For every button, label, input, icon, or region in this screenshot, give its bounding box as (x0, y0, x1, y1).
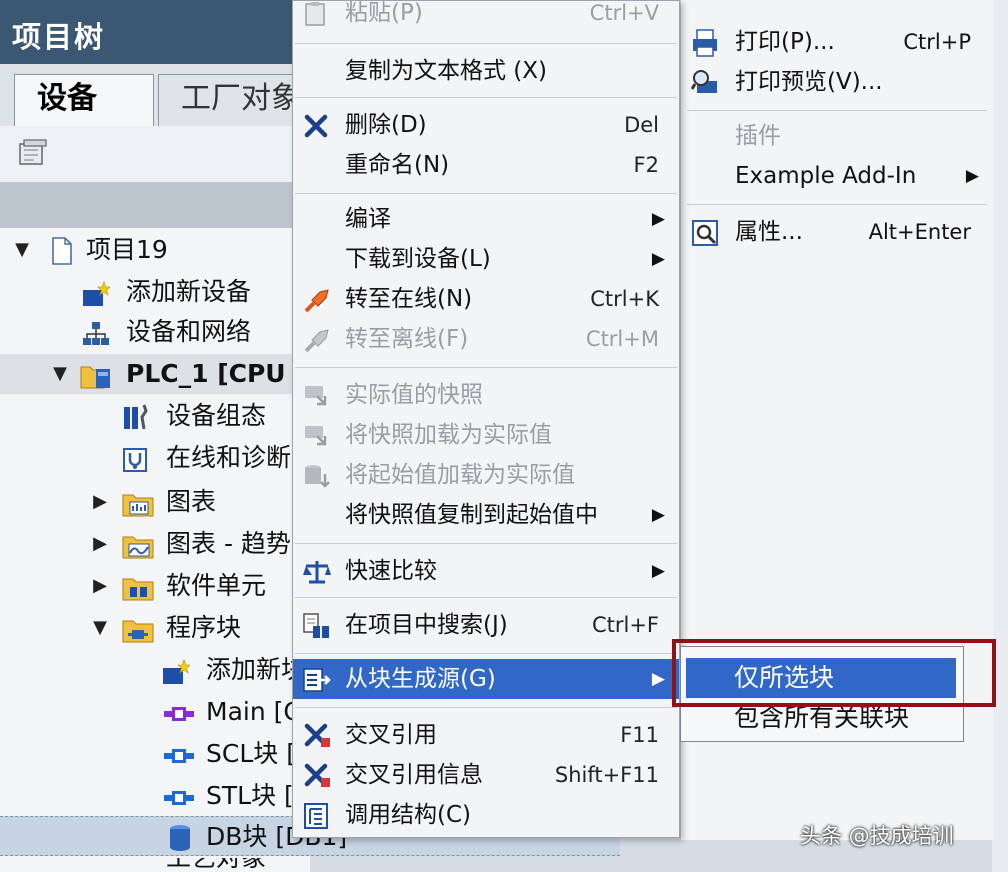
chart-folder-icon (122, 489, 154, 517)
trend-folder-icon (122, 531, 154, 559)
menu-separator (295, 707, 677, 708)
network-icon (82, 319, 109, 345)
menu-item-call-structure[interactable]: 调用结构(C) (293, 795, 679, 835)
generate-source-icon (303, 666, 331, 692)
snapshot-icon (303, 382, 329, 408)
menu-separator (295, 653, 677, 654)
tree-item-program-blocks[interactable]: ▼ 程序块 (0, 608, 310, 648)
menu-separator (295, 97, 677, 98)
load-start-values-icon (303, 462, 330, 488)
tree-column-header (0, 182, 310, 228)
menu-item-copy-snapshot-to-start[interactable]: 将快照值复制到起始值中 ▶ (293, 495, 679, 535)
print-preview-icon (690, 69, 719, 97)
menu-separator (295, 543, 677, 544)
menu-separator (295, 43, 677, 44)
tree-item-devices-networks[interactable]: 设备和网络 (0, 312, 310, 352)
tree-item-plc[interactable]: ▼ PLC_1 [CPU 1516-3 PN/DP] (0, 354, 499, 394)
submenu-arrow-icon: ▶ (651, 249, 665, 269)
program-blocks-folder-icon (122, 615, 154, 643)
ob-block-icon (162, 699, 196, 725)
device-view-icon[interactable] (18, 138, 50, 168)
submenu-arrow-icon: ▶ (651, 505, 665, 525)
project-tree-title: 项目树 (12, 20, 106, 54)
expand-arrow-icon[interactable]: ▼ (90, 608, 110, 648)
menu-separator (687, 204, 987, 205)
tree-item-stl-block[interactable]: STL块 [FC2] (0, 776, 351, 816)
menu-item-load-snapshot-as-actual[interactable]: 将快照加载为实际值 (293, 415, 679, 455)
tree-item-add-device[interactable]: 添加新设备 (0, 272, 310, 312)
menu-item-copy-as-text[interactable]: 复制为文本格式 (X) (293, 51, 679, 91)
tree-item-project[interactable]: ▼ 项目19 (0, 230, 310, 270)
context-menu: 粘贴(P) Ctrl+V 复制为文本格式 (X) 删除(D) Del 重命名(N… (292, 0, 680, 838)
add-block-icon (162, 657, 191, 684)
menu-item-compile[interactable]: 编译 ▶ (293, 199, 679, 239)
menu-item-rename[interactable]: 重命名(N) F2 (293, 145, 679, 185)
menu-item-print[interactable]: 打印(P)... Ctrl+P (681, 22, 993, 62)
tree-item-charts[interactable]: ▶ 图表 (0, 482, 310, 522)
expand-arrow-icon[interactable]: ▼ (50, 354, 70, 394)
diagnostics-icon (122, 445, 148, 472)
collapse-arrow-icon[interactable]: ▶ (90, 482, 110, 522)
call-structure-icon (303, 802, 329, 829)
expand-arrow-icon[interactable]: ▼ (12, 230, 32, 270)
menu-item-quick-compare[interactable]: 快速比较 ▶ (293, 551, 679, 591)
submenu-arrow-icon: ▶ (651, 561, 665, 581)
tree-item-main-ob1[interactable]: Main [OB1] (0, 692, 346, 732)
tree-item-technology-objects[interactable]: 工艺对象 (0, 858, 310, 872)
callout-highlight-frame (672, 639, 996, 707)
fc-block-icon (162, 783, 196, 809)
paste-icon (303, 0, 329, 26)
menu-item-cross-reference-info[interactable]: 交叉引用信息 Shift+F11 (293, 755, 679, 795)
load-snapshot-icon (303, 422, 329, 448)
submenu-arrow-icon: ▶ (651, 669, 665, 689)
submenu-arrow-icon: ▶ (965, 166, 979, 186)
tree-item-online-diagnostics[interactable]: 在线和诊断 (0, 438, 310, 478)
right-edge-strip (992, 0, 1008, 872)
properties-icon (691, 219, 719, 247)
cross-reference-info-icon (303, 762, 330, 788)
menu-separator (295, 597, 677, 598)
tree-item-charts-trend[interactable]: ▶ 图表 - 趋势 (0, 524, 310, 564)
device-config-icon (122, 403, 148, 430)
search-icon (303, 612, 329, 638)
menu-item-search-in-project[interactable]: 在项目中搜索(J) Ctrl+F (293, 605, 679, 645)
fc-block-icon (162, 741, 196, 767)
menu-item-print-preview[interactable]: 打印预览(V)... (681, 62, 993, 102)
project-icon (50, 237, 76, 265)
menu-item-plugins-header: 插件 (735, 123, 781, 149)
menu-item-properties[interactable]: 属性... Alt+Enter (681, 212, 993, 252)
menu-item-paste[interactable]: 粘贴(P) Ctrl+V (293, 0, 679, 33)
add-device-icon (82, 279, 111, 306)
delete-icon (303, 112, 329, 138)
watermark: 头条 @技成培训 (800, 824, 954, 848)
software-units-folder-icon (122, 573, 154, 601)
menu-item-example-addin[interactable]: Example Add-In ▶ (681, 156, 993, 196)
cross-reference-icon (303, 722, 330, 748)
menu-item-go-online[interactable]: 转至在线(N) Ctrl+K (293, 279, 679, 319)
menu-item-snapshot-actual-values[interactable]: 实际值的快照 (293, 375, 679, 415)
menu-separator (295, 193, 677, 194)
menu-separator (295, 367, 677, 368)
menu-item-generate-source-from-blocks[interactable]: 从块生成源(G) ▶ (293, 659, 679, 699)
menu-item-delete[interactable]: 删除(D) Del (293, 105, 679, 145)
db-block-icon (168, 824, 194, 851)
submenu-arrow-icon: ▶ (651, 209, 665, 229)
tree-item-scl-block[interactable]: SCL块 [FC1] (0, 734, 353, 774)
tree-item-device-config[interactable]: 设备组态 (0, 396, 310, 436)
menu-item-cross-references[interactable]: 交叉引用 F11 (293, 715, 679, 755)
menu-separator (687, 110, 987, 111)
menu-item-download-to-device[interactable]: 下载到设备(L) ▶ (293, 239, 679, 279)
tree-item-add-block[interactable]: 添加新块 (0, 650, 310, 690)
go-offline-icon (303, 326, 329, 353)
go-online-icon (303, 286, 329, 313)
plc-icon (80, 361, 120, 389)
compare-scale-icon (303, 558, 331, 584)
print-icon (691, 29, 719, 57)
collapse-arrow-icon[interactable]: ▶ (90, 566, 110, 606)
menu-item-load-start-values-as-actual[interactable]: 将起始值加载为实际值 (293, 455, 679, 495)
tree-item-software-units[interactable]: ▶ 软件单元 (0, 566, 310, 606)
menu-item-go-offline[interactable]: 转至离线(F) Ctrl+M (293, 319, 679, 359)
collapse-arrow-icon[interactable]: ▶ (90, 524, 110, 564)
tab-devices[interactable]: 设备 (14, 74, 154, 126)
